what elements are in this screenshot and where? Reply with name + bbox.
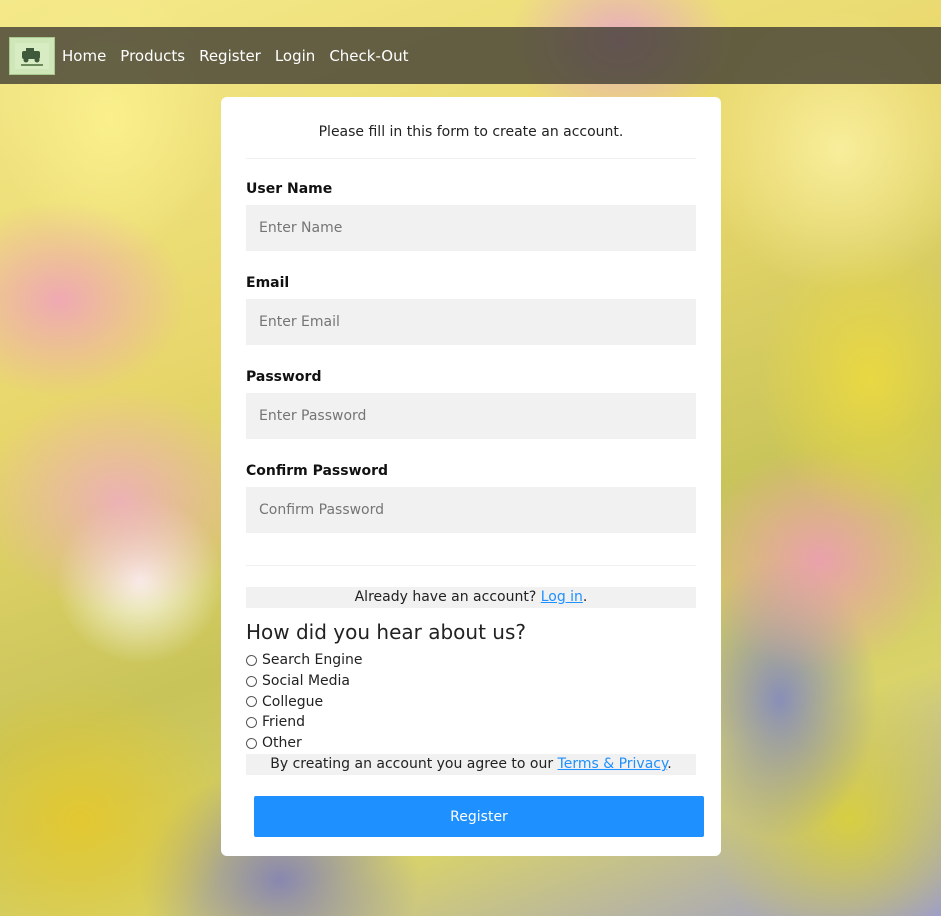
navbar: Home Products Register Login Check-Out <box>0 27 941 84</box>
radio-label: Collegue <box>262 693 324 710</box>
register-form-card: Please fill in this form to create an ac… <box>221 97 721 856</box>
terms-text: By creating an account you agree to our <box>270 756 558 773</box>
radio-button[interactable] <box>246 716 257 728</box>
radio-label: Search Engine <box>262 652 363 669</box>
form-intro: Please fill in this form to create an ac… <box>318 124 624 140</box>
signin-end: . <box>582 589 588 605</box>
password-label: Password <box>246 369 322 385</box>
radio-button[interactable] <box>246 737 257 749</box>
radio-option-search-engine[interactable]: Search Engine <box>246 650 696 671</box>
radio-button[interactable] <box>246 675 257 687</box>
radio-option-friend[interactable]: Friend <box>246 712 696 733</box>
hear-about-heading: How did you hear about us? <box>246 620 526 644</box>
radio-option-other[interactable]: Other <box>246 733 696 754</box>
signin-text: Already have an account? <box>354 589 541 605</box>
confirm-password-label: Confirm Password <box>246 463 389 479</box>
password-input[interactable] <box>246 393 696 439</box>
nav-link-register[interactable]: Register <box>199 47 261 65</box>
nav-link-login[interactable]: Login <box>275 47 315 65</box>
register-button[interactable]: Register <box>254 796 704 838</box>
nav-link-checkout[interactable]: Check-Out <box>329 47 408 65</box>
username-label: User Name <box>246 181 333 197</box>
terms-link[interactable]: Terms & Privacy <box>558 756 668 772</box>
nav-link-products[interactable]: Products <box>120 47 185 65</box>
radio-option-social-media[interactable]: Social Media <box>246 671 696 692</box>
radio-label: Friend <box>262 714 306 731</box>
radio-button[interactable] <box>246 654 257 666</box>
radio-button[interactable] <box>246 696 257 708</box>
terms-end: . <box>667 756 672 773</box>
terms-notice: By creating an account you agree to our … <box>246 754 696 776</box>
login-link[interactable]: Log in <box>541 589 583 605</box>
radio-label: Social Media <box>262 673 351 690</box>
email-input[interactable] <box>246 299 696 345</box>
email-label: Email <box>246 275 290 291</box>
hear-about-options: Search Engine Social Media Collegue Frie… <box>246 650 696 753</box>
signin-prompt: Already have an account? Log in. <box>246 587 696 608</box>
car-logo-icon[interactable] <box>9 36 55 75</box>
nav-link-home[interactable]: Home <box>62 47 106 65</box>
radio-option-collegue[interactable]: Collegue <box>246 691 696 712</box>
radio-label: Other <box>262 735 302 752</box>
username-input[interactable] <box>246 205 696 251</box>
confirm-password-input[interactable] <box>246 487 696 533</box>
divider <box>246 158 696 159</box>
divider <box>246 565 696 566</box>
